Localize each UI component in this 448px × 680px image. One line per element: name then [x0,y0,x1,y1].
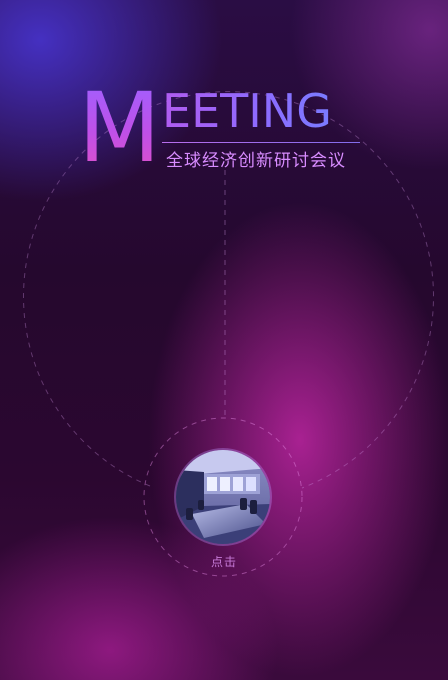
meeting-room-photo [176,450,270,544]
title-initial-letter: M [78,72,161,184]
title-underline [162,142,360,143]
subtitle: 全球经济创新研讨会议 [166,151,346,171]
meeting-room-photo-button[interactable] [176,450,270,544]
meeting-poster: M EETING 全球经济创新研讨会议 点击 [0,0,448,680]
title-rest-letters: EETING [162,84,332,138]
click-label[interactable]: 点击 [199,553,249,570]
